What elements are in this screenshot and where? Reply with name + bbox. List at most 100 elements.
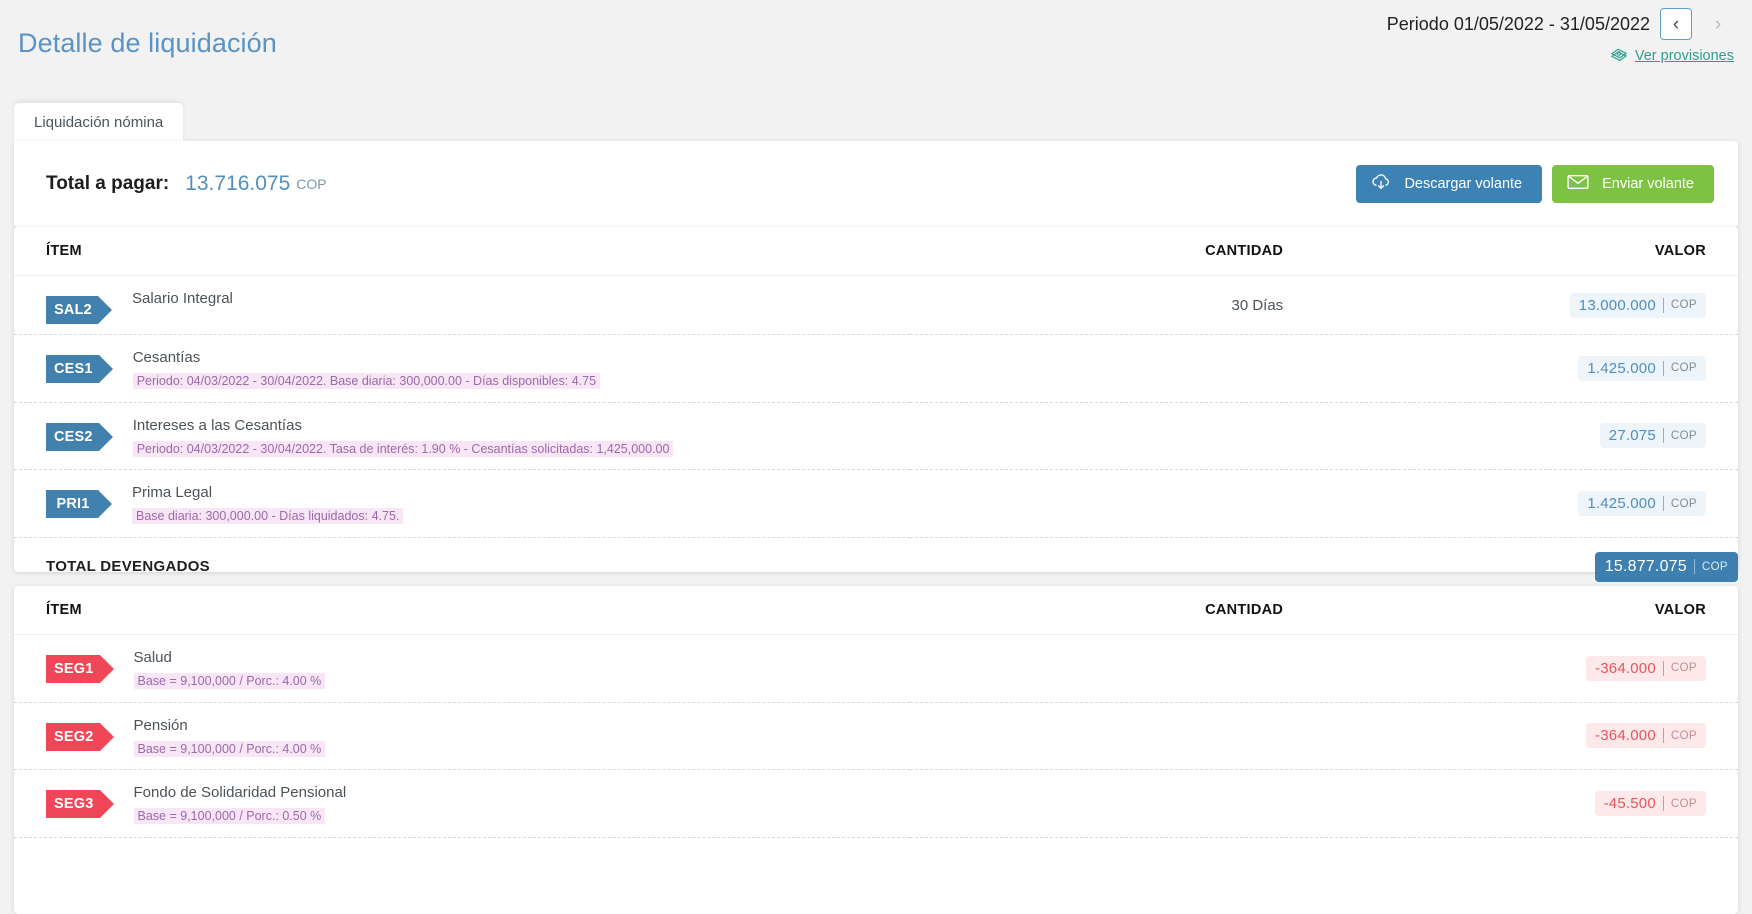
table-row: PRI1 Prima Legal Base diaria: 300,000.00…	[14, 469, 1738, 538]
item-name: Salario Integral	[132, 290, 233, 307]
column-value: VALOR	[1393, 227, 1738, 276]
item-quantity: 30 Días	[910, 275, 1394, 335]
deductions-card: ÍTEM CANTIDAD VALOR SEG1 Salud Base = 9,…	[14, 586, 1738, 914]
earnings-table: ÍTEM CANTIDAD VALOR SAL2 Salario Integra…	[14, 227, 1738, 598]
item-quantity	[910, 402, 1394, 471]
table-row: SEG2 Pensión Base = 9,100,000 / Porc.: 4…	[14, 702, 1738, 771]
item-detail: Base = 9,100,000 / Porc.: 4.00 %	[133, 740, 326, 757]
item-detail: Periodo: 04/03/2022 - 30/04/2022. Tasa d…	[132, 440, 674, 457]
item-name: Intereses a las Cesantías	[132, 416, 302, 434]
item-value-cell: 13.000.000 COP	[1393, 275, 1738, 335]
value-badge: 27.075 COP	[1599, 423, 1706, 449]
tab-liquidacion-nomina[interactable]: Liquidación nómina	[14, 103, 184, 143]
item-value-cell: -45.500 COP	[1393, 769, 1738, 838]
item-value-cell: 1.425.000 COP	[1393, 334, 1738, 403]
earnings-total-currency: COP	[1701, 560, 1728, 573]
item-cell: CES1 Cesantías Periodo: 04/03/2022 - 30/…	[14, 334, 911, 403]
value-badge: -364.000 COP	[1586, 723, 1706, 749]
table-row: CES1 Cesantías Periodo: 04/03/2022 - 30/…	[14, 334, 1738, 403]
item-value-cell: -364.000 COP	[1393, 702, 1738, 771]
item-code-badge: SEG2	[46, 722, 113, 751]
earnings-total-number: 15.877.075	[1604, 557, 1687, 575]
table-row: CES2 Intereses a las Cesantías Periodo: …	[14, 402, 1738, 471]
earnings-total-badge: 15.877.075 COP	[1594, 551, 1738, 582]
item-cell: SEG2 Pensión Base = 9,100,000 / Porc.: 4…	[14, 702, 911, 771]
value-number: 13.000.000	[1578, 296, 1656, 314]
deductions-table: ÍTEM CANTIDAD VALOR SEG1 Salud Base = 9,…	[14, 586, 1738, 838]
item-cell: SEG1 Salud Base = 9,100,000 / Porc.: 4.0…	[14, 634, 911, 703]
value-currency: COP	[1670, 362, 1697, 375]
table-row: SEG3 Fondo de Solidaridad Pensional Base…	[14, 769, 1738, 838]
deductions-header-row: ÍTEM CANTIDAD VALOR	[14, 586, 1738, 635]
value-currency: COP	[1670, 429, 1697, 442]
period-label: Periodo 01/05/2022 - 31/05/2022	[1386, 13, 1650, 34]
item-code-badge: SEG1	[46, 655, 113, 683]
item-name: Pensión	[133, 716, 188, 734]
total-to-pay-value: 13.716.075	[185, 172, 291, 195]
table-row: SEG1 Salud Base = 9,100,000 / Porc.: 4.0…	[14, 634, 1738, 703]
total-to-pay-label: Total a pagar:	[46, 173, 170, 194]
total-to-pay-currency: COP	[296, 176, 327, 192]
item-detail: Periodo: 04/03/2022 - 30/04/2022. Base d…	[132, 373, 601, 389]
value-number: 1.425.000	[1587, 359, 1656, 377]
previous-period-button[interactable]: ‹	[1660, 8, 1692, 40]
value-badge: -364.000 COP	[1586, 655, 1706, 681]
column-value: VALOR	[1393, 586, 1738, 635]
item-name: Fondo de Solidaridad Pensional	[133, 784, 347, 802]
item-name: Salud	[133, 649, 172, 666]
value-badge: 13.000.000 COP	[1569, 292, 1706, 318]
envelope-icon	[1566, 173, 1590, 195]
money-bill-icon	[1610, 48, 1628, 64]
download-voucher-label: Descargar volante	[1404, 176, 1523, 192]
item-quantity	[910, 702, 1394, 771]
value-number: -45.500	[1603, 795, 1656, 813]
send-voucher-button[interactable]: Enviar volante	[1552, 165, 1714, 203]
payroll-detail-page: Detalle de liquidación Periodo 01/05/202…	[0, 0, 1752, 914]
value-number: -364.000	[1595, 727, 1656, 745]
item-quantity	[910, 334, 1394, 403]
column-quantity: CANTIDAD	[910, 227, 1394, 276]
earnings-header-row: ÍTEM CANTIDAD VALOR	[14, 227, 1738, 276]
item-code-badge: PRI1	[46, 490, 112, 519]
item-cell: SEG3 Fondo de Solidaridad Pensional Base…	[14, 769, 911, 838]
item-detail: Base = 9,100,000 / Porc.: 4.00 %	[133, 673, 326, 689]
item-name: Prima Legal	[132, 484, 213, 502]
item-value-cell: 27.075 COP	[1393, 402, 1738, 471]
page-header: Detalle de liquidación Periodo 01/05/202…	[0, 0, 1752, 96]
column-item: ÍTEM	[14, 586, 911, 635]
period-navigator: Periodo 01/05/2022 - 31/05/2022 ‹ ›	[1387, 8, 1734, 40]
value-number: 1.425.000	[1587, 495, 1656, 513]
item-code-badge: SAL2	[46, 296, 112, 324]
view-provisions[interactable]: Ver provisiones	[1610, 48, 1734, 64]
cloud-download-icon	[1370, 173, 1392, 195]
earnings-card: ÍTEM CANTIDAD VALOR SAL2 Salario Integra…	[14, 227, 1738, 582]
item-detail: Base = 9,100,000 / Porc.: 0.50 %	[133, 808, 326, 825]
item-quantity	[910, 769, 1394, 838]
value-number: 27.075	[1608, 427, 1656, 445]
item-cell: PRI1 Prima Legal Base diaria: 300,000.00…	[14, 469, 911, 538]
download-voucher-button[interactable]: Descargar volante	[1356, 165, 1543, 203]
value-badge: -45.500 COP	[1594, 791, 1706, 817]
item-value-cell: 1.425.000 COP	[1393, 469, 1738, 538]
column-item: ÍTEM	[14, 227, 911, 276]
item-name: Cesantías	[132, 349, 201, 366]
value-currency: COP	[1670, 797, 1697, 810]
item-cell: CES2 Intereses a las Cesantías Periodo: …	[14, 402, 911, 471]
send-voucher-label: Enviar volante	[1602, 176, 1694, 192]
next-period-button[interactable]: ›	[1702, 8, 1734, 40]
earnings-total-label: TOTAL DEVENGADOS	[46, 558, 210, 576]
item-detail: Base diaria: 300,000.00 - Días liquidado…	[132, 508, 404, 525]
value-currency: COP	[1670, 497, 1697, 510]
view-provisions-link[interactable]: Ver provisiones	[1635, 48, 1734, 64]
table-row: SAL2 Salario Integral 30 Días 13.000.000…	[14, 275, 1738, 335]
summary-actions: Descargar volante Enviar volante	[1356, 165, 1714, 203]
value-currency: COP	[1670, 662, 1697, 675]
value-currency: COP	[1670, 299, 1697, 311]
page-title: Detalle de liquidación	[18, 28, 277, 58]
item-quantity	[910, 469, 1394, 538]
summary-card: Total a pagar: 13.716.075 COP Descargar …	[14, 141, 1738, 227]
item-code-badge: SEG3	[46, 790, 113, 819]
value-badge: 1.425.000 COP	[1578, 491, 1706, 517]
item-value-cell: -364.000 COP	[1393, 634, 1738, 703]
value-currency: COP	[1670, 729, 1697, 742]
